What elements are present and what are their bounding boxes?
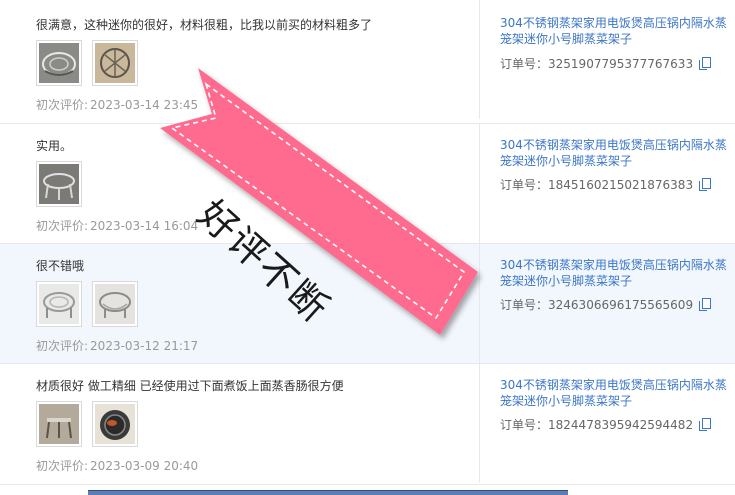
review-item: 很满意，这种迷你的很好，材料很粗，比我以前买的材料粗多了 初次评价: 2023-0… xyxy=(0,0,735,119)
review-photo[interactable] xyxy=(92,40,138,86)
copy-icon[interactable] xyxy=(699,178,712,191)
review-item: 材质很好 做工精细 已经使用过下面煮饭上面蒸香肠很方便 初次评价: 2023-03… xyxy=(0,363,735,483)
copy-icon[interactable] xyxy=(699,57,712,70)
review-content: 材质很好 做工精细 已经使用过下面煮饭上面蒸香肠很方便 初次评价: 2023-03… xyxy=(10,364,480,483)
review-content: 很不错哦 初次评价: 2023-03-12 21:17 xyxy=(10,244,480,363)
product-title-link[interactable]: 304不锈钢蒸架家用电饭煲高压锅内隔水蒸笼架迷你小号脚蒸菜架子 xyxy=(500,257,730,289)
review-photo[interactable] xyxy=(36,401,82,447)
product-info: 304不锈钢蒸架家用电饭煲高压锅内隔水蒸笼架迷你小号脚蒸菜架子 订单号：3246… xyxy=(500,244,730,363)
product-title-link[interactable]: 304不锈钢蒸架家用电饭煲高压锅内隔水蒸笼架迷你小号脚蒸菜架子 xyxy=(500,137,730,169)
order-number: 订单号：3246306696175565609 xyxy=(500,296,712,313)
review-date: 初次评价: 2023-03-14 23:45 xyxy=(36,98,199,112)
review-text: 材质很好 做工精细 已经使用过下面煮饭上面蒸香肠很方便 xyxy=(36,379,344,393)
review-text: 很满意，这种迷你的很好，材料很粗，比我以前买的材料粗多了 xyxy=(36,18,373,32)
review-item: 很不错哦 初次评价: 2023-03-12 21:17 304不锈钢蒸架家用电饭煲… xyxy=(0,243,735,363)
review-photos xyxy=(36,161,82,207)
steamer-rack-photo-icon xyxy=(39,404,79,444)
review-photos xyxy=(36,40,138,86)
copy-icon[interactable] xyxy=(699,418,712,431)
divider xyxy=(0,484,735,485)
product-info: 304不锈钢蒸架家用电饭煲高压锅内隔水蒸笼架迷你小号脚蒸菜架子 订单号：1845… xyxy=(500,124,730,243)
product-info: 304不锈钢蒸架家用电饭煲高压锅内隔水蒸笼架迷你小号脚蒸菜架子 订单号：3251… xyxy=(500,0,730,119)
bottom-scroll-strip xyxy=(88,490,568,495)
review-item: 实用。 初次评价: 2023-03-14 16:04 304不锈钢蒸架家用电饭煲高… xyxy=(0,123,735,243)
product-title-link[interactable]: 304不锈钢蒸架家用电饭煲高压锅内隔水蒸笼架迷你小号脚蒸菜架子 xyxy=(500,15,730,47)
order-number: 订单号：1824478395942594482 xyxy=(500,416,712,433)
review-date: 初次评价: 2023-03-14 16:04 xyxy=(36,219,199,233)
review-photo[interactable] xyxy=(36,161,82,207)
review-photos xyxy=(36,401,138,447)
order-number: 订单号：1845160215021876383 xyxy=(500,176,712,193)
review-text: 实用。 xyxy=(36,139,73,153)
steamer-rack-photo-icon xyxy=(39,164,79,204)
review-date: 初次评价: 2023-03-12 21:17 xyxy=(36,339,199,353)
steamer-rack-photo-icon xyxy=(39,284,79,324)
review-photo[interactable] xyxy=(36,40,82,86)
steamer-rack-photo-icon xyxy=(95,43,135,83)
copy-icon[interactable] xyxy=(699,298,712,311)
steamer-rack-photo-icon xyxy=(39,43,79,83)
order-number: 订单号：3251907795377767633 xyxy=(500,55,712,72)
product-title-link[interactable]: 304不锈钢蒸架家用电饭煲高压锅内隔水蒸笼架迷你小号脚蒸菜架子 xyxy=(500,377,730,409)
review-text: 很不错哦 xyxy=(36,259,85,273)
review-photos xyxy=(36,281,138,327)
steamer-rack-photo-icon xyxy=(95,284,135,324)
product-info: 304不锈钢蒸架家用电饭煲高压锅内隔水蒸笼架迷你小号脚蒸菜架子 订单号：1824… xyxy=(500,364,730,483)
rice-cooker-photo-icon xyxy=(95,404,135,444)
review-content: 实用。 初次评价: 2023-03-14 16:04 xyxy=(10,124,480,243)
review-photo[interactable] xyxy=(92,281,138,327)
review-date: 初次评价: 2023-03-09 20:40 xyxy=(36,459,199,473)
review-photo[interactable] xyxy=(92,401,138,447)
review-content: 很满意，这种迷你的很好，材料很粗，比我以前买的材料粗多了 初次评价: 2023-0… xyxy=(10,0,480,119)
review-photo[interactable] xyxy=(36,281,82,327)
